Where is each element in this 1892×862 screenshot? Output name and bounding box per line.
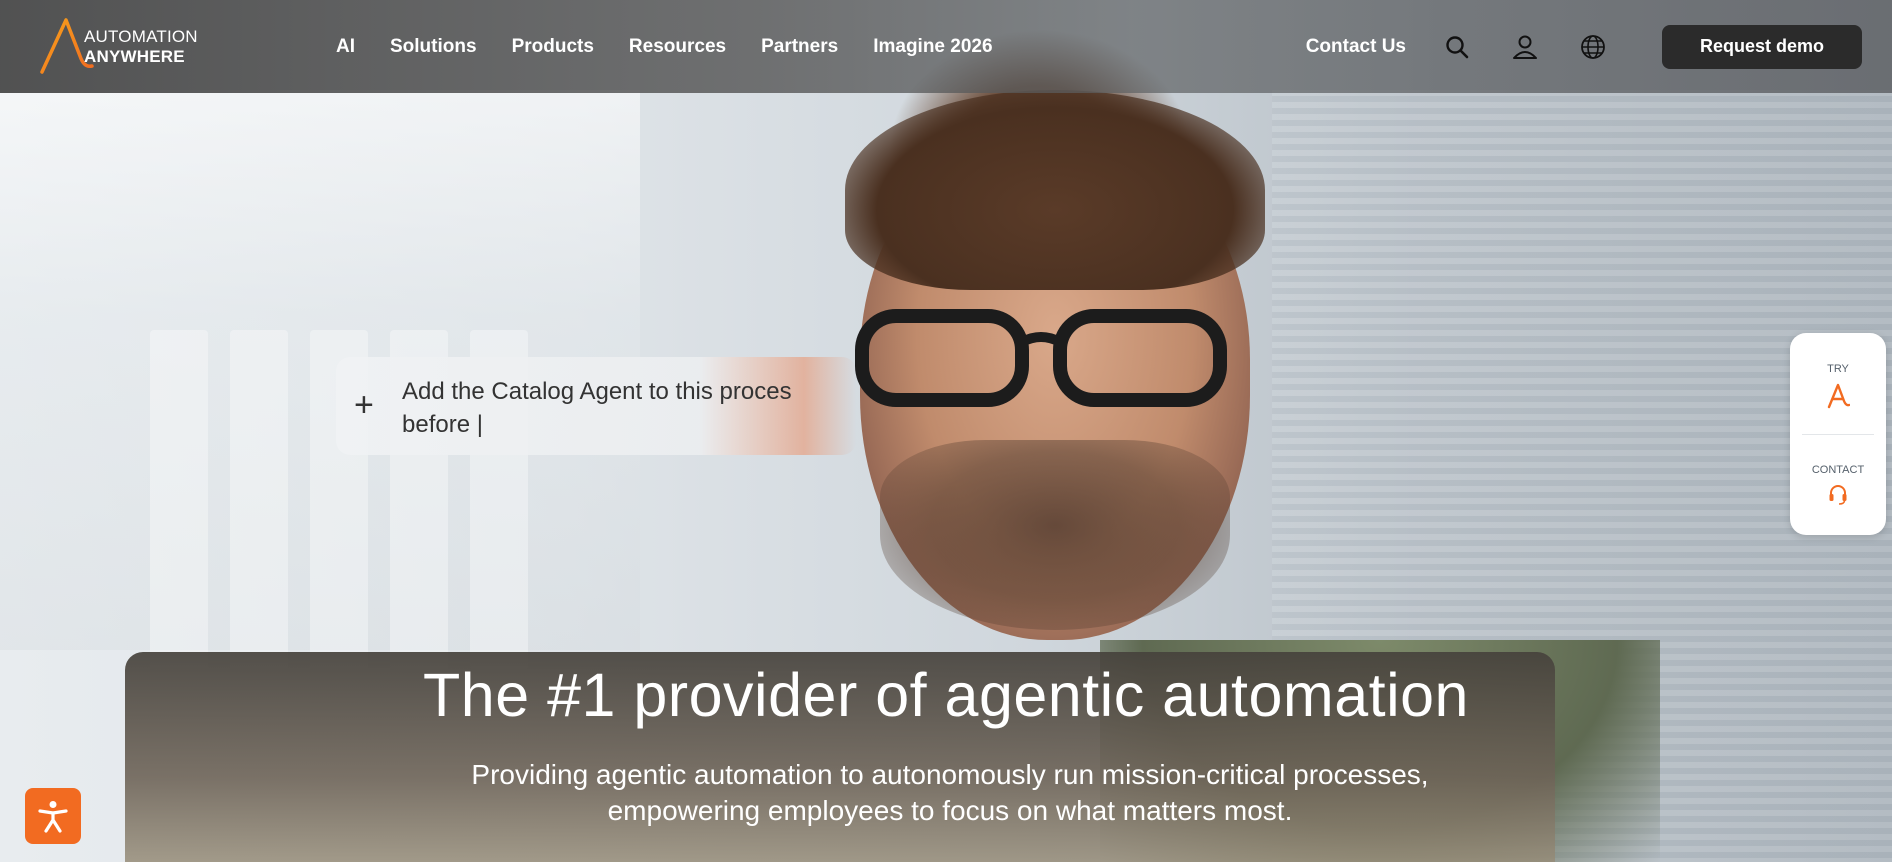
user-icon bbox=[1513, 35, 1537, 59]
try-label: TRY bbox=[1827, 363, 1849, 375]
plus-icon[interactable]: + bbox=[354, 388, 382, 422]
main-nav-menu: AI Solutions Products Resources Partners… bbox=[336, 0, 1028, 93]
background-binder bbox=[150, 330, 208, 670]
search-icon bbox=[1446, 35, 1469, 58]
hero-background-image bbox=[0, 0, 1892, 862]
nav-item-imagine-2026[interactable]: Imagine 2026 bbox=[873, 36, 992, 58]
hero-title: The #1 provider of agentic automation bbox=[423, 661, 1469, 729]
contact-us-link[interactable]: Contact Us bbox=[1306, 36, 1406, 58]
automation-anywhere-logo-icon bbox=[1827, 383, 1850, 409]
person-beard bbox=[880, 440, 1230, 630]
agent-prompt-text: Add the Catalog Agent to this proces bef… bbox=[402, 375, 856, 441]
person-glasses bbox=[855, 309, 1227, 407]
nav-item-products[interactable]: Products bbox=[512, 36, 594, 58]
account-button[interactable] bbox=[1508, 30, 1542, 64]
accessibility-icon bbox=[38, 801, 68, 833]
automation-anywhere-logo[interactable]: AUTOMATION ANYWHERE bbox=[36, 16, 198, 78]
background-binder bbox=[230, 330, 288, 670]
agent-prompt-line-2: before | bbox=[402, 411, 483, 438]
globe-icon bbox=[1581, 34, 1605, 59]
nav-item-partners[interactable]: Partners bbox=[761, 36, 838, 58]
language-button[interactable] bbox=[1576, 30, 1610, 64]
search-button[interactable] bbox=[1440, 30, 1474, 64]
person-hair bbox=[845, 90, 1265, 290]
logo-line-1: AUTOMATION bbox=[84, 27, 198, 46]
agent-prompt-line-1: Add the Catalog Agent to this proces bbox=[402, 378, 792, 405]
top-navigation-bar: AUTOMATION ANYWHERE AI Solutions Product… bbox=[0, 0, 1892, 93]
agent-prompt-card[interactable]: + Add the Catalog Agent to this proces b… bbox=[336, 357, 856, 455]
headset-icon bbox=[1829, 485, 1847, 505]
hero-subtitle: Providing agentic automation to autonomo… bbox=[471, 759, 1429, 826]
contact-label: CONTACT bbox=[1811, 464, 1865, 476]
logo-wordmark: AUTOMATION ANYWHERE bbox=[84, 27, 198, 67]
request-demo-button[interactable]: Request demo bbox=[1662, 24, 1862, 69]
nav-item-solutions[interactable]: Solutions bbox=[390, 36, 477, 58]
side-widget-divider bbox=[1802, 434, 1874, 435]
nav-item-resources[interactable]: Resources bbox=[629, 36, 726, 58]
nav-right-actions: Contact Us Request demo bbox=[1306, 0, 1862, 93]
side-quick-actions: TRY CONTACT bbox=[1790, 333, 1886, 535]
nav-item-ai[interactable]: AI bbox=[336, 36, 355, 58]
logo-line-2: ANYWHERE bbox=[84, 47, 185, 66]
accessibility-button[interactable] bbox=[25, 788, 81, 844]
